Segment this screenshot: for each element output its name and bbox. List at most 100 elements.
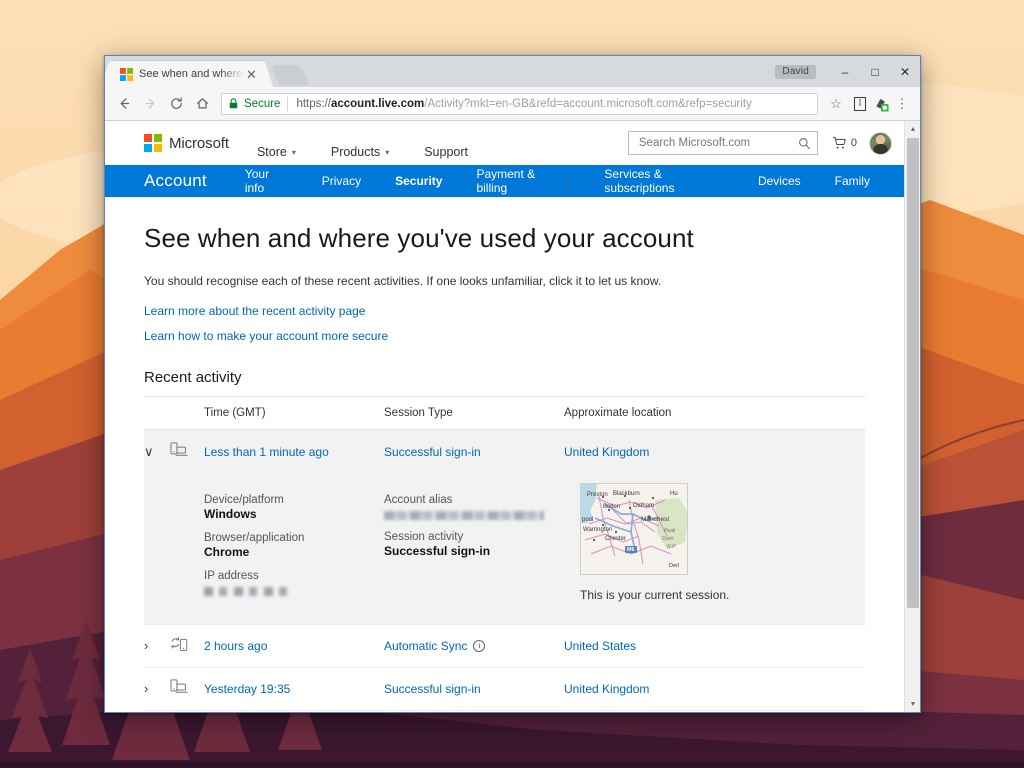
microsoft-global-header: Microsoft Store ▾ Products▾ Support	[105, 121, 904, 165]
nav-support[interactable]: Support	[424, 145, 468, 159]
map-label-derby: Derl	[669, 563, 679, 569]
desktop-laptop-icon	[170, 442, 204, 462]
chevron-down-icon: ▾	[385, 148, 389, 157]
row-time[interactable]: Yesterday 19:35	[204, 682, 384, 696]
lock-icon	[228, 98, 239, 109]
omnibox-divider	[287, 97, 288, 111]
search-box[interactable]	[628, 131, 818, 155]
column-header-time: Time (GMT)	[204, 407, 384, 419]
row-location[interactable]: United States	[564, 639, 865, 653]
microsoft-logo[interactable]: Microsoft	[144, 134, 229, 152]
table-row[interactable]: › Yesterday 18:58 Successful sig	[144, 711, 865, 712]
row-session-type[interactable]: Successful sign-in	[384, 445, 564, 459]
browser-profile-badge[interactable]: David	[775, 65, 816, 79]
nav-devices[interactable]: Devices	[758, 174, 801, 188]
table-row[interactable]: › 2 hour	[144, 625, 865, 668]
nav-services-subscriptions[interactable]: Services & subscriptions	[604, 167, 724, 195]
detail-alias-value-redacted	[384, 511, 544, 520]
expand-toggle[interactable]: ›	[144, 639, 170, 653]
nav-family[interactable]: Family	[835, 174, 870, 188]
map-label-manchester: Manchest	[641, 516, 669, 523]
column-header-session-type: Session Type	[384, 407, 564, 419]
row-session-type[interactable]: Successful sign-in	[384, 682, 564, 696]
map-label-liverpool: pool	[582, 517, 593, 523]
table-row[interactable]: › Yesterday 19:35 Successful sig	[144, 668, 865, 711]
reader-mode-icon[interactable]: I	[848, 92, 872, 116]
expand-toggle[interactable]: ›	[144, 682, 170, 696]
search-icon[interactable]	[798, 137, 811, 150]
table-header-row: Time (GMT) Session Type Approximate loca…	[144, 397, 865, 430]
nav-payment-billing[interactable]: Payment & billing▾	[476, 167, 570, 195]
shopping-cart[interactable]: 0	[832, 136, 857, 150]
browser-viewport: Microsoft Store ▾ Products▾ Support	[105, 121, 920, 712]
bookmark-star-icon[interactable]: ☆	[824, 92, 848, 116]
row-location[interactable]: United Kingdom	[564, 445, 865, 459]
scroll-down-arrow-icon[interactable]: ▼	[905, 696, 920, 712]
detail-activity-label: Session activity	[384, 531, 564, 543]
window-controls: David – □ ✕	[775, 56, 920, 87]
reload-icon[interactable]	[163, 91, 189, 117]
sync-phone-icon	[170, 636, 204, 656]
page-title: See when and where you've used your acco…	[144, 223, 865, 254]
minimize-button[interactable]: –	[830, 56, 860, 87]
nav-your-info[interactable]: Your info	[245, 167, 288, 195]
chevron-right-icon: ›	[144, 681, 148, 696]
microsoft-favicon	[120, 68, 133, 81]
scroll-up-arrow-icon[interactable]: ▲	[905, 121, 920, 137]
url-scheme: https://	[296, 98, 331, 110]
back-icon[interactable]	[111, 91, 137, 117]
page-scrollbar[interactable]: ▲ ▼	[904, 121, 920, 712]
browser-toolbar: Secure https://account.live.com/Activity…	[105, 87, 920, 121]
nav-privacy[interactable]: Privacy	[322, 174, 361, 188]
detail-ip-label: IP address	[204, 570, 384, 582]
nav-store-label: Store	[257, 145, 287, 159]
info-icon[interactable]: i	[473, 640, 485, 652]
row-time[interactable]: Less than 1 minute ago	[204, 445, 384, 459]
page-content: See when and where you've used your acco…	[105, 197, 904, 712]
map-label-district: Distri	[662, 536, 673, 542]
chevron-down-icon: ▾	[566, 177, 570, 186]
browser-tab[interactable]: See when and where you ✕	[111, 61, 263, 87]
address-bar[interactable]: Secure https://account.live.com/Activity…	[221, 93, 818, 115]
map-label-bolton: Bolton	[603, 504, 620, 510]
detail-column-middle: Account alias Session activity Successfu…	[384, 483, 564, 602]
link-learn-more-recent-activity[interactable]: Learn more about the recent activity pag…	[144, 304, 865, 318]
row-location[interactable]: United Kingdom	[564, 682, 865, 696]
maximize-button[interactable]: □	[860, 56, 890, 87]
extension-icon[interactable]	[872, 95, 890, 113]
map-label-chester: Chester	[605, 536, 626, 542]
secure-label: Secure	[244, 98, 280, 110]
section-heading-recent-activity: Recent activity	[144, 369, 865, 386]
map-label-peak: Peak	[664, 528, 675, 534]
home-icon[interactable]	[189, 91, 215, 117]
scrollbar-thumb[interactable]	[907, 138, 919, 608]
address-bar-url: https://account.live.com/Activity?mkt=en…	[296, 98, 751, 110]
detail-browser-label: Browser/application	[204, 532, 384, 544]
chevron-down-icon: ▾	[292, 148, 296, 157]
detail-ip-value-redacted	[204, 587, 290, 596]
row-session-type[interactable]: Automatic Synci	[384, 639, 564, 653]
map-label-m6: M6	[627, 547, 635, 553]
recent-activity-table: Time (GMT) Session Type Approximate loca…	[144, 396, 865, 712]
map-label-np: N.P.	[667, 544, 676, 550]
link-learn-account-secure[interactable]: Learn how to make your account more secu…	[144, 329, 865, 343]
avatar[interactable]	[869, 132, 892, 155]
browser-tab-strip: See when and where you ✕ David – □ ✕	[105, 56, 920, 87]
detail-column-left: Device/platform Windows Browser/applicat…	[204, 483, 384, 602]
nav-support-label: Support	[424, 145, 468, 159]
browser-menu-icon[interactable]: ⋮	[890, 92, 914, 116]
row-time[interactable]: 2 hours ago	[204, 639, 384, 653]
location-map[interactable]: Preston Blackburn Hu Bolton Oldham pool …	[580, 483, 688, 575]
tab-close-icon[interactable]: ✕	[244, 67, 259, 82]
microsoft-logo-icon	[144, 134, 162, 152]
nav-store[interactable]: Store ▾	[257, 145, 296, 159]
nav-products[interactable]: Products▾	[331, 145, 389, 159]
search-input[interactable]	[637, 136, 798, 150]
new-tab-button[interactable]	[272, 65, 308, 85]
close-button[interactable]: ✕	[890, 56, 920, 87]
expand-toggle[interactable]: ∨	[144, 445, 170, 459]
nav-security[interactable]: Security	[395, 174, 442, 188]
browser-window: See when and where you ✕ David – □ ✕	[104, 55, 921, 713]
table-row[interactable]: ∨ Less than 1 minute ago Success	[144, 430, 865, 473]
map-label-blackburn: Blackburn	[613, 491, 640, 497]
